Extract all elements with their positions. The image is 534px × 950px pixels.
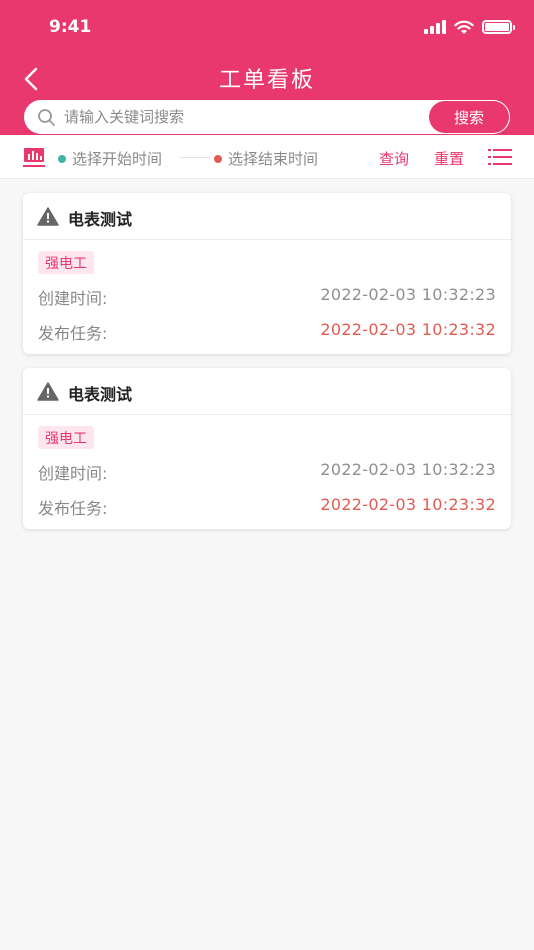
end-dot [214, 154, 222, 163]
created-time-value: 2022-02-03 10:32:23 [320, 285, 496, 304]
trade-tag: 强电工 [38, 251, 94, 274]
publish-task-value: 2022-02-03 10:23:32 [320, 320, 496, 339]
work-order-card[interactable]: 电表测试 强电工 创建时间: 2022-02-03 10:32:23 发布任务:… [23, 368, 511, 529]
publish-task-value: 2022-02-03 10:23:32 [320, 495, 496, 514]
start-date-label: 选择开始时间 [72, 150, 163, 168]
warning-icon [37, 207, 59, 226]
work-order-card[interactable]: 电表测试 强电工 创建时间: 2022-02-03 10:32:23 发布任务:… [23, 193, 511, 354]
start-date-picker[interactable]: 选择开始时间 [58, 148, 162, 169]
end-date-picker[interactable]: 选择结束时间 [214, 148, 318, 169]
end-date-label: 选择结束时间 [228, 150, 319, 168]
created-time-value: 2022-02-03 10:32:23 [320, 460, 496, 479]
list-menu-icon[interactable] [488, 148, 512, 166]
reset-button[interactable]: 重置 [434, 148, 464, 169]
card-header: 电表测试 [23, 368, 511, 415]
bar-chart-icon[interactable] [22, 146, 46, 168]
status-icons [424, 18, 515, 36]
status-bar: 9:41 [0, 0, 534, 56]
wifi-icon [454, 20, 474, 34]
battery-icon [482, 20, 515, 34]
search-input[interactable] [64, 100, 424, 134]
card-title: 电表测试 [68, 385, 133, 404]
app-header: 9:41 工单看板 搜索 [0, 0, 534, 135]
card-title: 电表测试 [68, 210, 133, 229]
search-icon [38, 109, 55, 126]
start-dot [58, 154, 66, 163]
trade-tag: 强电工 [38, 426, 94, 449]
card-header: 电表测试 [23, 193, 511, 240]
search-bar: 搜索 [23, 99, 511, 135]
created-time-label: 创建时间: [38, 289, 108, 308]
search-button[interactable]: 搜索 [429, 101, 509, 133]
query-button[interactable]: 查询 [379, 148, 409, 169]
publish-task-label: 发布任务: [38, 499, 108, 518]
page-title: 工单看板 [218, 68, 315, 93]
date-separator [180, 157, 210, 158]
created-time-label: 创建时间: [38, 464, 108, 483]
cellular-signal-icon [424, 20, 446, 34]
publish-task-label: 发布任务: [38, 324, 108, 343]
warning-icon [37, 382, 59, 401]
filter-bar: 选择开始时间 选择结束时间 查询 重置 [0, 135, 534, 179]
status-time: 9:41 [49, 17, 92, 37]
